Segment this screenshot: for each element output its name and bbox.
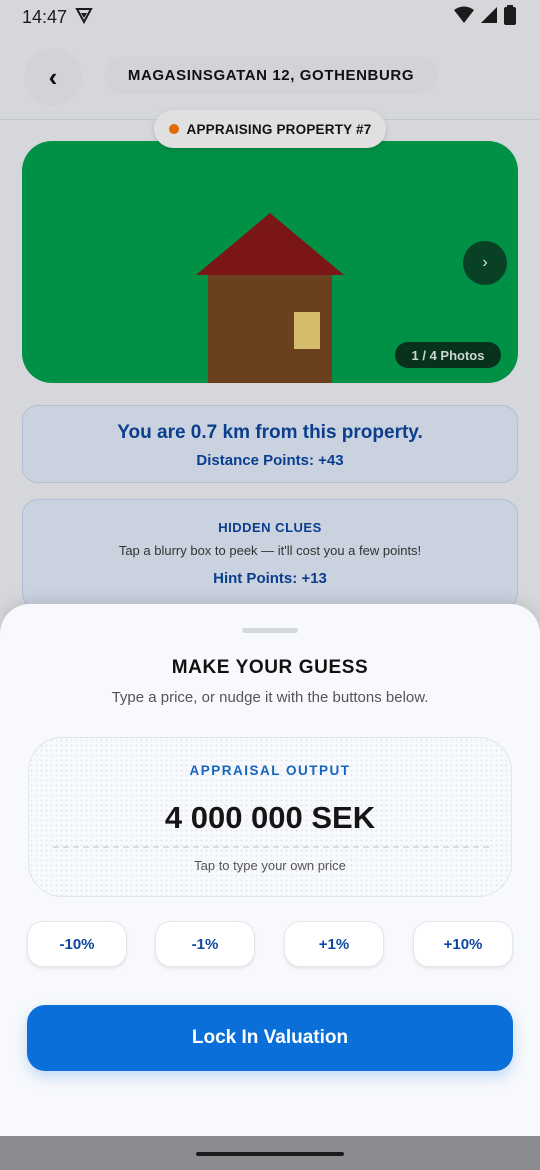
adjust-buttons-row: -10% -1% +1% +10% (27, 921, 513, 967)
guess-bottom-sheet: MAKE YOUR GUESS Type a price, or nudge i… (0, 604, 540, 1136)
plus-1-percent-button[interactable]: +1% (284, 921, 384, 967)
plus-10-percent-button[interactable]: +10% (413, 921, 513, 967)
sheet-title: MAKE YOUR GUESS (171, 657, 369, 678)
lock-in-valuation-button[interactable]: Lock In Valuation (27, 1005, 513, 1071)
output-label: APPRAISAL OUTPUT (189, 763, 351, 778)
output-hint: Tap to type your own price (194, 858, 346, 873)
price-value[interactable]: 4 000 000 SEK (29, 800, 511, 836)
sheet-drag-handle[interactable] (242, 628, 298, 633)
input-underline (53, 846, 489, 848)
appraisal-output-field[interactable]: APPRAISAL OUTPUT 4 000 000 SEK Tap to ty… (28, 737, 512, 897)
app-screen: 14:47 ‹ MAGASINSGATAN 12, GOTHENBURG APP… (0, 0, 540, 1170)
minus-1-percent-button[interactable]: -1% (155, 921, 255, 967)
sheet-subtitle: Type a price, or nudge it with the butto… (111, 689, 429, 706)
minus-10-percent-button[interactable]: -10% (27, 921, 127, 967)
navigation-bar (0, 1136, 540, 1170)
home-indicator[interactable] (196, 1152, 344, 1156)
